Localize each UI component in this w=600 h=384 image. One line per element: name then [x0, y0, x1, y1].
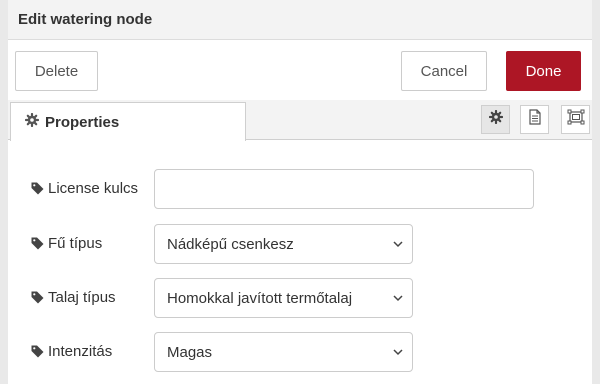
intensity-label: Intenzitás — [31, 343, 112, 360]
settings-tab-button[interactable] — [481, 105, 510, 134]
intensity-row: Intenzitás Magas — [8, 332, 592, 372]
tag-icon — [31, 237, 44, 250]
properties-panel: License kulcs Fű típus Nádképű csenkesz … — [8, 141, 592, 384]
tag-icon — [31, 345, 44, 358]
tag-icon — [31, 291, 44, 304]
dialog-titlebar: Edit watering node — [8, 0, 592, 40]
button-bar: Delete Cancel Done — [8, 40, 592, 100]
document-icon — [528, 109, 542, 130]
tag-icon — [31, 182, 44, 195]
chevron-down-icon — [393, 241, 403, 248]
license-label-text: License kulcs — [48, 180, 139, 197]
chevron-down-icon — [393, 349, 403, 356]
soil-row: Talaj típus Homokkal javított termőtalaj — [8, 278, 592, 318]
soil-type-select[interactable]: Homokkal javított termőtalaj — [154, 278, 413, 318]
soil-label: Talaj típus — [31, 289, 116, 306]
grass-type-value: Nádképű csenkesz — [167, 235, 294, 253]
tab-properties-label: Properties — [45, 113, 120, 131]
tab-bar: Properties — [8, 100, 592, 141]
license-input[interactable] — [154, 169, 534, 209]
dialog-title: Edit watering node — [18, 11, 153, 28]
frame-icon — [567, 109, 585, 130]
soil-label-text: Talaj típus — [48, 289, 116, 306]
gear-icon — [24, 112, 40, 132]
license-row: License kulcs — [8, 169, 592, 209]
done-button[interactable]: Done — [506, 51, 581, 91]
grass-type-select[interactable]: Nádképű csenkesz — [154, 224, 413, 264]
cancel-button[interactable]: Cancel — [401, 51, 487, 91]
intensity-label-text: Intenzitás — [48, 343, 113, 360]
grass-label: Fű típus — [31, 235, 102, 252]
gear-icon — [488, 109, 503, 129]
chevron-down-icon — [393, 295, 403, 302]
description-tab-button[interactable] — [520, 105, 549, 134]
grass-label-text: Fű típus — [48, 235, 103, 252]
grass-row: Fű típus Nádképű csenkesz — [8, 224, 592, 264]
tab-properties[interactable]: Properties — [10, 102, 246, 141]
delete-button[interactable]: Delete — [15, 51, 98, 91]
appearance-tab-button[interactable] — [561, 105, 590, 134]
intensity-value: Magas — [167, 343, 213, 361]
license-label: License kulcs — [31, 180, 138, 197]
soil-type-value: Homokkal javított termőtalaj — [167, 289, 353, 307]
intensity-select[interactable]: Magas — [154, 332, 413, 372]
